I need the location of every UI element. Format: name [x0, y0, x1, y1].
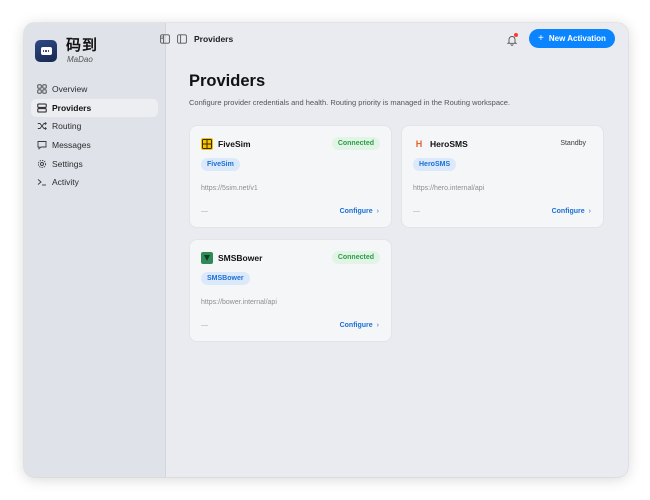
- app-window: 码到 MaDao Overview Providers Routing Mess…: [24, 23, 628, 477]
- configure-label: Configure: [339, 208, 373, 215]
- provider-footer: —: [413, 208, 420, 215]
- notification-dot: [514, 33, 518, 37]
- sidebar-item-label: Settings: [52, 158, 83, 169]
- sidebar-toggle-icon[interactable]: [160, 34, 170, 44]
- provider-url: https://hero.internal/api: [413, 185, 485, 192]
- status-badge: Connected: [331, 137, 380, 150]
- sidebar-item-label: Activity: [52, 177, 79, 188]
- sidebar-item-label: Messages: [52, 140, 91, 151]
- new-activation-button[interactable]: + New Activation: [529, 29, 615, 48]
- provider-name: FiveSim: [218, 139, 251, 149]
- sidebar-item-label: Providers: [52, 102, 92, 113]
- provider-footer: —: [201, 322, 208, 329]
- page-subtitle: Configure provider credentials and healt…: [189, 98, 511, 107]
- app-logo-icon: [35, 40, 57, 62]
- grid-icon: [37, 84, 47, 94]
- status-badge: Standby: [560, 140, 586, 147]
- provider-name: HeroSMS: [430, 139, 468, 149]
- gear-icon: [37, 159, 47, 168]
- sidebar-nav: Overview Providers Routing Messages Sett…: [31, 80, 158, 192]
- message-icon: [37, 141, 47, 150]
- sidebar-item-messages[interactable]: Messages: [31, 136, 158, 154]
- herosms-logo-icon: H: [415, 139, 423, 149]
- provider-tag: FiveSim: [201, 158, 240, 171]
- sidebar-item-label: Overview: [52, 84, 88, 94]
- configure-button[interactable]: Configure ›: [340, 322, 379, 329]
- configure-label: Configure: [551, 208, 585, 215]
- toolbar: Providers + New Activation: [160, 23, 628, 55]
- app-subtitle: MaDao: [67, 55, 93, 64]
- fivesim-logo-icon: [201, 138, 213, 150]
- plus-icon: +: [538, 32, 544, 44]
- notifications-button[interactable]: [506, 33, 518, 46]
- provider-name: SMSBower: [218, 253, 263, 263]
- toolbar-title: Providers: [194, 34, 234, 44]
- provider-url: https://bower.internal/api: [201, 299, 277, 306]
- status-badge: Connected: [331, 251, 380, 264]
- sidebar: 码到 MaDao Overview Providers Routing Mess…: [24, 23, 166, 477]
- provider-card-herosms: H HeroSMS Standby HeroSMS https://hero.i…: [401, 125, 604, 228]
- sidebar-item-label: Routing: [52, 121, 82, 132]
- provider-tag: SMSBower: [201, 272, 250, 285]
- sidebar-item-settings[interactable]: Settings: [31, 155, 158, 173]
- sidebar-item-providers[interactable]: Providers: [31, 98, 158, 117]
- configure-button[interactable]: Configure ›: [340, 208, 379, 215]
- provider-tag: HeroSMS: [413, 158, 457, 171]
- chevron-right-icon: ›: [376, 322, 379, 329]
- chevron-right-icon: ›: [376, 208, 379, 215]
- terminal-icon: [37, 179, 46, 186]
- sidebar-item-activity[interactable]: Activity: [31, 173, 158, 191]
- panel-icon[interactable]: [177, 34, 187, 44]
- configure-button[interactable]: Configure ›: [552, 208, 591, 215]
- provider-url: https://5sim.net/v1: [201, 185, 258, 192]
- sidebar-item-routing[interactable]: Routing: [31, 117, 158, 135]
- page-title: Providers: [189, 72, 266, 90]
- provider-card-smsbower: SMSBower Connected SMSBower https://bowe…: [189, 239, 392, 342]
- main-content: Providers Configure provider credentials…: [166, 55, 628, 477]
- server-icon: [37, 103, 47, 113]
- app-name: 码到: [66, 36, 99, 54]
- provider-card-fivesim: FiveSim Connected FiveSim https://5sim.n…: [189, 125, 392, 228]
- new-activation-label: New Activation: [548, 34, 606, 43]
- provider-footer: —: [201, 208, 208, 215]
- sidebar-item-overview[interactable]: Overview: [31, 80, 158, 98]
- chevron-right-icon: ›: [588, 208, 591, 215]
- smsbower-logo-icon: [201, 252, 213, 264]
- configure-label: Configure: [339, 322, 373, 329]
- shuffle-icon: [37, 122, 47, 131]
